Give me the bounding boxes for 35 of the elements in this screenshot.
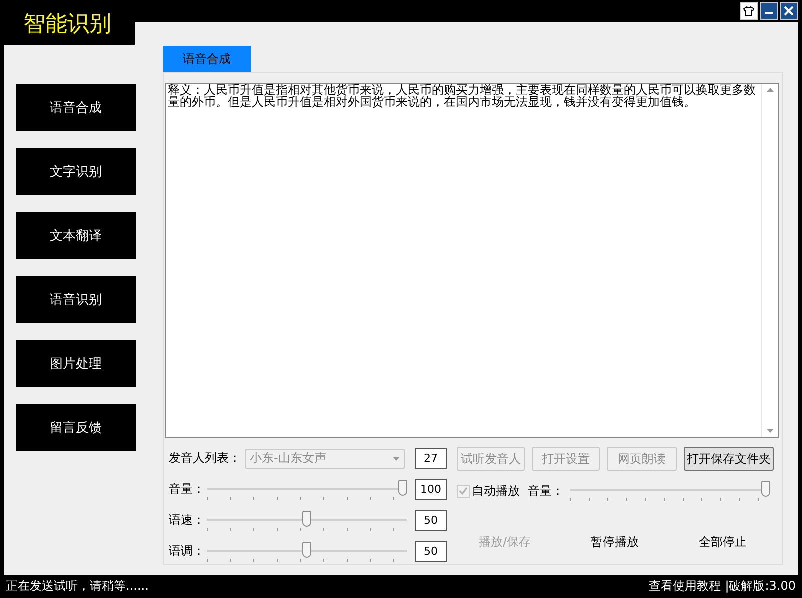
status-message: 正在发送试听，请稍等...... (6, 578, 149, 595)
slider-label: 语调： (169, 543, 206, 560)
sidebar-button[interactable]: 图片处理 (16, 340, 136, 387)
scroll-down-icon[interactable] (766, 429, 774, 433)
slider-label: 语速： (169, 512, 206, 529)
playback-volume-label: 音量： (528, 482, 565, 500)
shirt-icon[interactable] (740, 2, 758, 20)
slider-label: 音量： (169, 481, 206, 498)
sidebar-button[interactable]: 语音识别 (16, 276, 136, 323)
sidebar-button[interactable]: 留言反馈 (16, 404, 136, 451)
version-text: |破解版:3.00 (725, 578, 796, 595)
text-area[interactable]: 释义：人民币升值是指相对其他货币来说，人民币的购买力增强，主要表现在同样数量的人民币可以换取更多数量的外币。但是人民币升值是相对外国货币来说的，在国内市场无法显现，钱并没有变得更加值钱。 (165, 83, 779, 438)
slider-thumb[interactable] (302, 542, 312, 558)
help-link[interactable]: 查看使用教程 (649, 578, 722, 595)
scroll-up-icon[interactable] (766, 88, 774, 92)
sidebar-button[interactable]: 语音合成 (16, 84, 136, 131)
dropdown-arrow-icon (393, 456, 400, 460)
slider-thumb[interactable] (398, 480, 407, 496)
value-field[interactable]: 50 (415, 510, 447, 531)
slider-thumb[interactable] (761, 481, 770, 497)
value-field[interactable]: 50 (415, 541, 447, 562)
autoplay-label: 自动播放 (472, 482, 520, 500)
close-icon[interactable] (780, 2, 798, 20)
value-field[interactable]: 100 (415, 479, 447, 500)
action-link[interactable]: 暂停播放 (591, 534, 699, 551)
minimize-icon[interactable] (760, 2, 778, 20)
action-link[interactable]: 全部停止 (699, 534, 779, 551)
text-value: 释义：人民币升值是指相对其他货币来说，人民币的购买力增强，主要表现在同样数量的人民币可以换取更多数量的外币。但是人民币升值是相对外国货币来说的，在国内市场无法显现，钱并没有变得更加值钱。 (167, 84, 757, 111)
action-button[interactable]: 打开保存文件夹 (684, 447, 774, 471)
tab[interactable]: 语音合成 (163, 46, 251, 72)
voice-label: 发音人列表： (169, 450, 242, 467)
sidebar-button[interactable]: 文字识别 (16, 148, 136, 195)
sidebar-button[interactable]: 文本翻译 (16, 212, 136, 259)
voice-count: 27 (415, 448, 447, 469)
slider-thumb[interactable] (302, 510, 312, 526)
